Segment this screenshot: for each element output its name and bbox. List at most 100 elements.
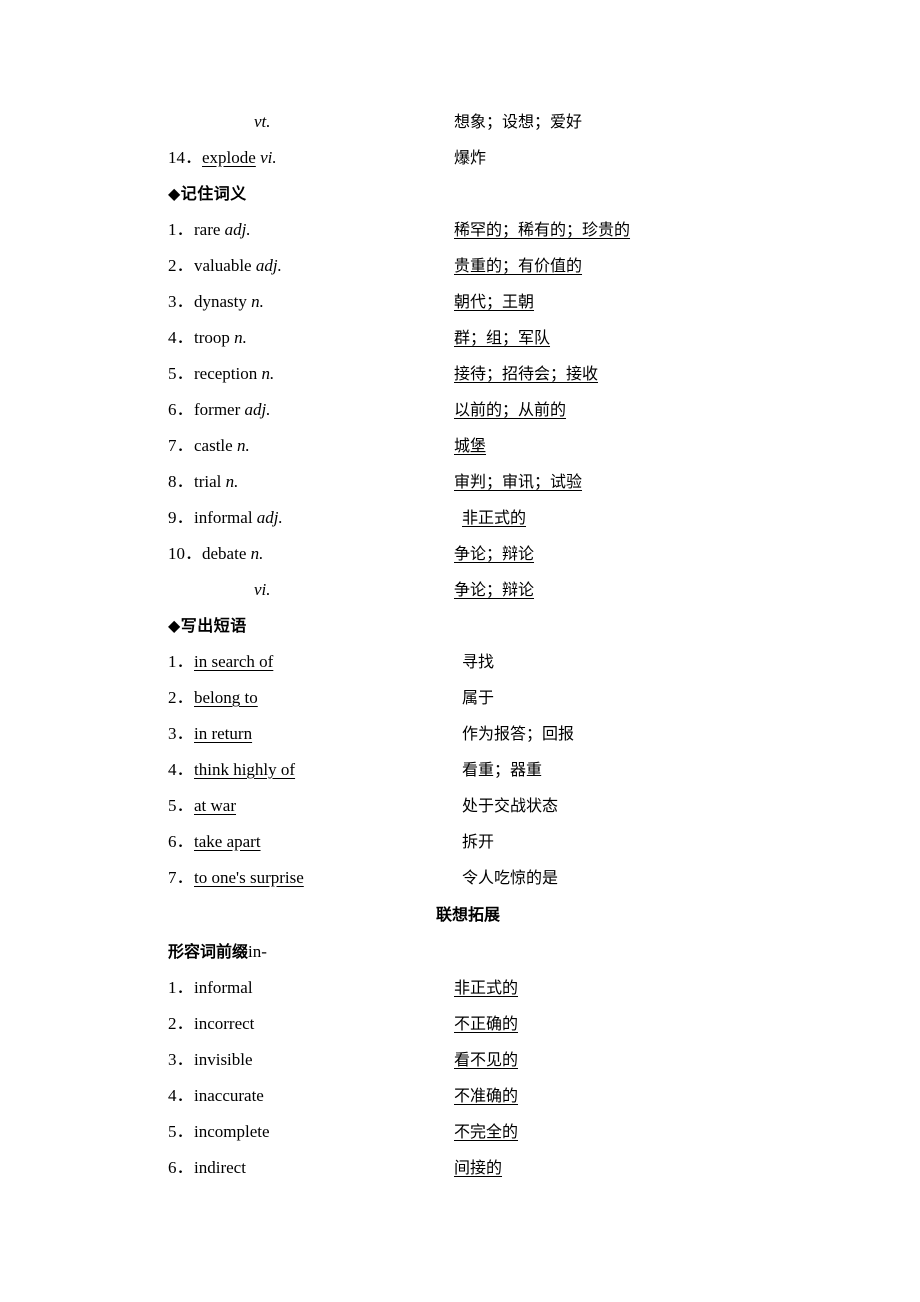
- item-number: 1．: [168, 220, 194, 239]
- english-cell: 4．think highly of: [168, 752, 454, 788]
- word: castle: [194, 436, 233, 455]
- phrase-row: 4．think highly of 看重；器重: [168, 752, 768, 788]
- phrase-answer: to one's surprise: [194, 868, 304, 887]
- prefix-heading-cn: 形容词前缀: [168, 942, 249, 961]
- word: trial: [194, 472, 222, 491]
- item-number: 1．: [168, 652, 194, 671]
- chinese-cell: 属于: [462, 688, 495, 707]
- worksheet-page: vt. 想象；设想；爱好 14．explode vi. 爆炸 ◆记住词义 1．r…: [0, 0, 920, 1302]
- english-cell: 3．dynasty n.: [168, 284, 454, 320]
- item-number: 3．: [168, 724, 194, 743]
- vocab-row: 14．explode vi. 爆炸: [168, 140, 768, 176]
- prefix-section-heading: 形容词前缀in-: [168, 934, 768, 970]
- chinese-answer: 不正确的: [454, 1014, 519, 1033]
- phrase-answer: in return: [194, 724, 253, 743]
- item-number: 9．: [168, 508, 194, 527]
- word: rare: [194, 220, 221, 239]
- english-cell: 6．indirect: [168, 1150, 454, 1186]
- item-number: 6．: [168, 1158, 194, 1177]
- prefix-heading-en: in-: [248, 942, 267, 961]
- item-number: 6．: [168, 400, 194, 419]
- chinese-cell: 拆开: [462, 832, 495, 851]
- item-number: 5．: [168, 796, 194, 815]
- chinese-answer: 贵重的；有价值的: [454, 256, 583, 275]
- phrase-answer: take apart: [194, 832, 261, 851]
- english-cell: 2．belong to: [168, 680, 454, 716]
- part-of-speech: n.: [261, 364, 275, 383]
- part-of-speech: adj.: [256, 508, 283, 527]
- part-of-speech: n.: [225, 472, 239, 491]
- word: informal: [194, 508, 253, 527]
- word: troop: [194, 328, 230, 347]
- phrase-answer: belong to: [194, 688, 258, 707]
- vocab-row: vi. 争论；辩论: [168, 572, 768, 608]
- english-cell: 1．informal: [168, 970, 454, 1006]
- chinese-answer: 不完全的: [454, 1122, 519, 1141]
- phrase-row: 5．at war 处于交战状态: [168, 788, 768, 824]
- english-cell: 14．explode vi.: [168, 140, 454, 176]
- chinese-answer: 审判；审讯；试验: [454, 472, 583, 491]
- english-cell: vi.: [168, 572, 454, 608]
- part-of-speech: adj.: [255, 256, 282, 275]
- chinese-answer: 争论；辩论: [454, 580, 535, 599]
- part-of-speech: n.: [236, 436, 250, 455]
- english-cell: 7．castle n.: [168, 428, 454, 464]
- prefix-row: 3．invisible 看不见的: [168, 1042, 768, 1078]
- item-number: 4．: [168, 328, 194, 347]
- word: indirect: [194, 1158, 246, 1177]
- item-number: 1．: [168, 978, 194, 997]
- part-of-speech: n.: [234, 328, 247, 347]
- chinese-cell: 处于交战状态: [462, 796, 559, 815]
- chinese-cell: 寻找: [462, 652, 495, 671]
- chinese-cell: 想象；设想；爱好: [454, 112, 583, 131]
- chinese-answer: 稀罕的；稀有的；珍贵的: [454, 220, 631, 239]
- english-cell: vt.: [168, 104, 454, 140]
- item-number: 10．: [168, 544, 202, 563]
- english-cell: 10．debate n.: [168, 536, 454, 572]
- chinese-answer: 间接的: [454, 1158, 503, 1177]
- prefix-row: 4．inaccurate 不准确的: [168, 1078, 768, 1114]
- phrase-answer: at war: [194, 796, 237, 815]
- phrase-answer: in search of: [194, 652, 274, 671]
- phrase-row: 2．belong to 属于: [168, 680, 768, 716]
- vocab-row: 1．rare adj. 稀罕的；稀有的；珍贵的: [168, 212, 768, 248]
- vocab-row: 8．trial n. 审判；审讯；试验: [168, 464, 768, 500]
- item-number: 8．: [168, 472, 194, 491]
- item-number: 4．: [168, 760, 194, 779]
- chinese-answer: 非正式的: [454, 978, 519, 997]
- chinese-answer: 以前的；从前的: [454, 400, 567, 419]
- word-answer: explode: [202, 148, 256, 167]
- word: informal: [194, 978, 253, 997]
- item-number: 3．: [168, 292, 194, 311]
- part-of-speech: adj.: [244, 400, 271, 419]
- item-number: 7．: [168, 436, 194, 455]
- word: invisible: [194, 1050, 253, 1069]
- item-number: 5．: [168, 364, 194, 383]
- english-cell: 1．rare adj.: [168, 212, 454, 248]
- item-number: 4．: [168, 1086, 194, 1105]
- prefix-row: 6．indirect 间接的: [168, 1150, 768, 1186]
- phrase-row: 7．to one's surprise 令人吃惊的是: [168, 860, 768, 896]
- phrase-answer: think highly of: [194, 760, 296, 779]
- section-heading-meaning: ◆记住词义: [168, 184, 247, 203]
- vocab-row: 3．dynasty n. 朝代；王朝: [168, 284, 768, 320]
- center-heading-extension: 联想拓展: [435, 905, 500, 924]
- item-number: 14．: [168, 148, 202, 167]
- vocab-row: 7．castle n. 城堡: [168, 428, 768, 464]
- vocab-row: 6．former adj. 以前的；从前的: [168, 392, 768, 428]
- part-of-speech: vt.: [254, 112, 271, 131]
- english-cell: 5．reception n.: [168, 356, 454, 392]
- chinese-answer: 看不见的: [454, 1050, 519, 1069]
- part-of-speech: adj.: [224, 220, 251, 239]
- english-cell: 4．inaccurate: [168, 1078, 454, 1114]
- chinese-cell: 作为报答；回报: [462, 724, 575, 743]
- prefix-row: 1．informal 非正式的: [168, 970, 768, 1006]
- english-cell: 3．in return: [168, 716, 454, 752]
- word: valuable: [194, 256, 252, 275]
- chinese-cell: 爆炸: [454, 148, 487, 167]
- english-cell: 8．trial n.: [168, 464, 454, 500]
- phrase-row: 3．in return 作为报答；回报: [168, 716, 768, 752]
- english-cell: 4．troop n.: [168, 320, 454, 356]
- chinese-cell: 令人吃惊的是: [462, 868, 559, 887]
- chinese-answer: 朝代；王朝: [454, 292, 535, 311]
